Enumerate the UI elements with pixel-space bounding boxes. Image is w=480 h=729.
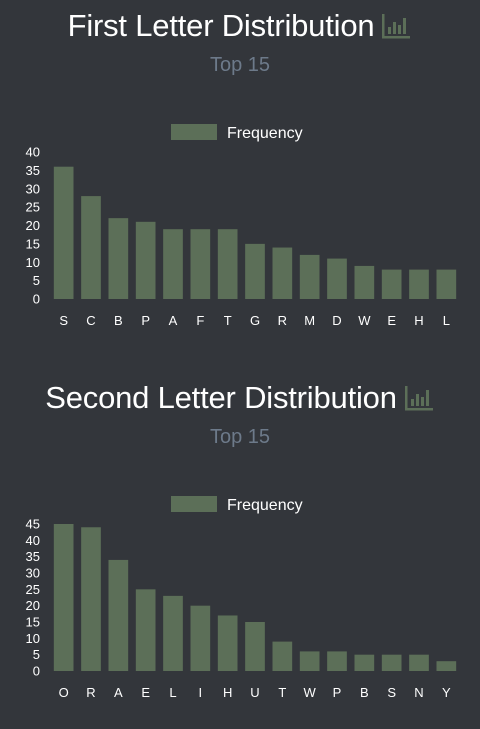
y-tick-label: 0 bbox=[33, 292, 40, 307]
x-tick-label: L bbox=[443, 313, 450, 328]
y-tick-label: 35 bbox=[26, 549, 40, 564]
y-tick-label: 5 bbox=[33, 273, 40, 288]
first-letter-header: First Letter Distribution bbox=[0, 8, 480, 44]
legend-label: Frequency bbox=[227, 125, 303, 142]
y-tick-label: 15 bbox=[26, 236, 40, 251]
y-tick-label: 5 bbox=[33, 647, 40, 662]
bar-E[interactable] bbox=[381, 269, 402, 299]
x-tick-label: E bbox=[387, 313, 396, 328]
y-tick-label: 25 bbox=[26, 582, 40, 597]
x-tick-label: H bbox=[414, 313, 423, 328]
y-tick-label: 40 bbox=[26, 533, 40, 548]
second-letter-subtitle: Top 15 bbox=[209, 426, 271, 448]
y-tick-label: 10 bbox=[26, 255, 40, 270]
x-tick-label: M bbox=[304, 313, 315, 328]
bar-A[interactable] bbox=[108, 559, 129, 671]
bar-C[interactable] bbox=[81, 196, 101, 299]
bar-R[interactable] bbox=[272, 247, 293, 299]
y-tick-label: 35 bbox=[26, 163, 40, 178]
first-letter-title: First Letter Distribution bbox=[67, 8, 375, 43]
x-tick-label: C bbox=[86, 313, 95, 328]
bar-W[interactable] bbox=[354, 265, 375, 299]
legend-label: Frequency bbox=[227, 497, 303, 514]
bar-chart-icon bbox=[404, 386, 433, 411]
bar-W[interactable] bbox=[299, 651, 320, 671]
x-tick-label: L bbox=[169, 685, 176, 700]
bar-P[interactable] bbox=[327, 651, 347, 671]
y-tick-label: 0 bbox=[33, 664, 40, 679]
second-letter-header: Second Letter Distribution bbox=[0, 380, 480, 416]
bar-F[interactable] bbox=[190, 229, 211, 299]
bar-S[interactable] bbox=[381, 654, 402, 671]
bar-G[interactable] bbox=[245, 243, 265, 299]
second-letter-section: Second Letter Distribution Top 15 bbox=[0, 380, 480, 449]
x-tick-label: R bbox=[278, 313, 287, 328]
x-tick-label: E bbox=[141, 685, 150, 700]
legend-swatch[interactable] bbox=[171, 496, 217, 512]
bar-L[interactable] bbox=[436, 269, 457, 299]
y-tick-label: 40 bbox=[26, 145, 40, 160]
second-letter-title: Second Letter Distribution bbox=[45, 380, 397, 415]
bar-chart-icon bbox=[382, 14, 411, 39]
bar-B[interactable] bbox=[354, 654, 375, 671]
x-tick-label: Y bbox=[442, 685, 451, 700]
bar-D[interactable] bbox=[327, 258, 347, 299]
bar-S[interactable] bbox=[53, 166, 74, 299]
bar-M[interactable] bbox=[299, 254, 320, 299]
bar-H[interactable] bbox=[217, 615, 238, 671]
x-tick-label: H bbox=[223, 685, 232, 700]
y-tick-label: 20 bbox=[26, 218, 40, 233]
bar-N[interactable] bbox=[409, 654, 429, 671]
second-letter-chart: Frequency 0 51015 202530 354045 O R A E L I H U T W P B S… bbox=[26, 496, 457, 700]
x-tick-label: D bbox=[332, 313, 341, 328]
x-tick-label: R bbox=[86, 685, 95, 700]
bar-B[interactable] bbox=[108, 218, 129, 299]
first-letter-subtitle: Top 15 bbox=[209, 54, 271, 76]
x-tick-label: W bbox=[304, 685, 317, 700]
x-tick-label: B bbox=[360, 685, 369, 700]
bar-U[interactable] bbox=[245, 622, 265, 671]
bar-R[interactable] bbox=[81, 527, 101, 671]
bar-T[interactable] bbox=[272, 641, 293, 671]
bar-O[interactable] bbox=[53, 524, 74, 671]
x-tick-label: P bbox=[333, 685, 342, 700]
x-tick-label: U bbox=[250, 685, 259, 700]
bar-T[interactable] bbox=[217, 229, 238, 299]
y-tick-label: 15 bbox=[26, 615, 40, 630]
y-tick-label: 10 bbox=[26, 631, 40, 646]
y-tick-label: 20 bbox=[26, 598, 40, 613]
x-tick-label: F bbox=[196, 313, 204, 328]
bar-I[interactable] bbox=[190, 605, 211, 671]
x-tick-label: P bbox=[141, 313, 150, 328]
x-tick-label: T bbox=[224, 313, 232, 328]
first-letter-section: First Letter Distribution Top 15 bbox=[0, 8, 480, 77]
y-tick-label: 25 bbox=[26, 200, 40, 215]
page: First Letter Distribution Top 15 Frequen… bbox=[0, 0, 480, 729]
x-tick-label: W bbox=[358, 313, 371, 328]
legend-swatch[interactable] bbox=[171, 124, 217, 140]
first-letter-chart: Frequency 0 5 10 15 20 25 30 35 40 S C B P A F T G R M D W E H L bbox=[26, 124, 457, 328]
x-tick-label: O bbox=[59, 685, 69, 700]
y-tick-label: 30 bbox=[26, 181, 40, 196]
x-tick-label: S bbox=[59, 313, 68, 328]
x-tick-label: A bbox=[114, 685, 123, 700]
x-tick-label: T bbox=[278, 685, 286, 700]
y-tick-label: 30 bbox=[26, 566, 40, 581]
bar-A[interactable] bbox=[163, 229, 183, 299]
x-tick-label: A bbox=[169, 313, 178, 328]
bar-H[interactable] bbox=[409, 269, 429, 299]
x-tick-label: G bbox=[250, 313, 260, 328]
bar-E[interactable] bbox=[135, 589, 156, 671]
bar-L[interactable] bbox=[163, 595, 183, 671]
x-tick-label: I bbox=[199, 685, 203, 700]
x-tick-label: S bbox=[387, 685, 396, 700]
bar-Y[interactable] bbox=[436, 661, 457, 671]
x-tick-label: N bbox=[414, 685, 423, 700]
y-tick-label: 45 bbox=[26, 517, 40, 532]
x-tick-label: B bbox=[114, 313, 123, 328]
bar-P[interactable] bbox=[135, 221, 156, 299]
